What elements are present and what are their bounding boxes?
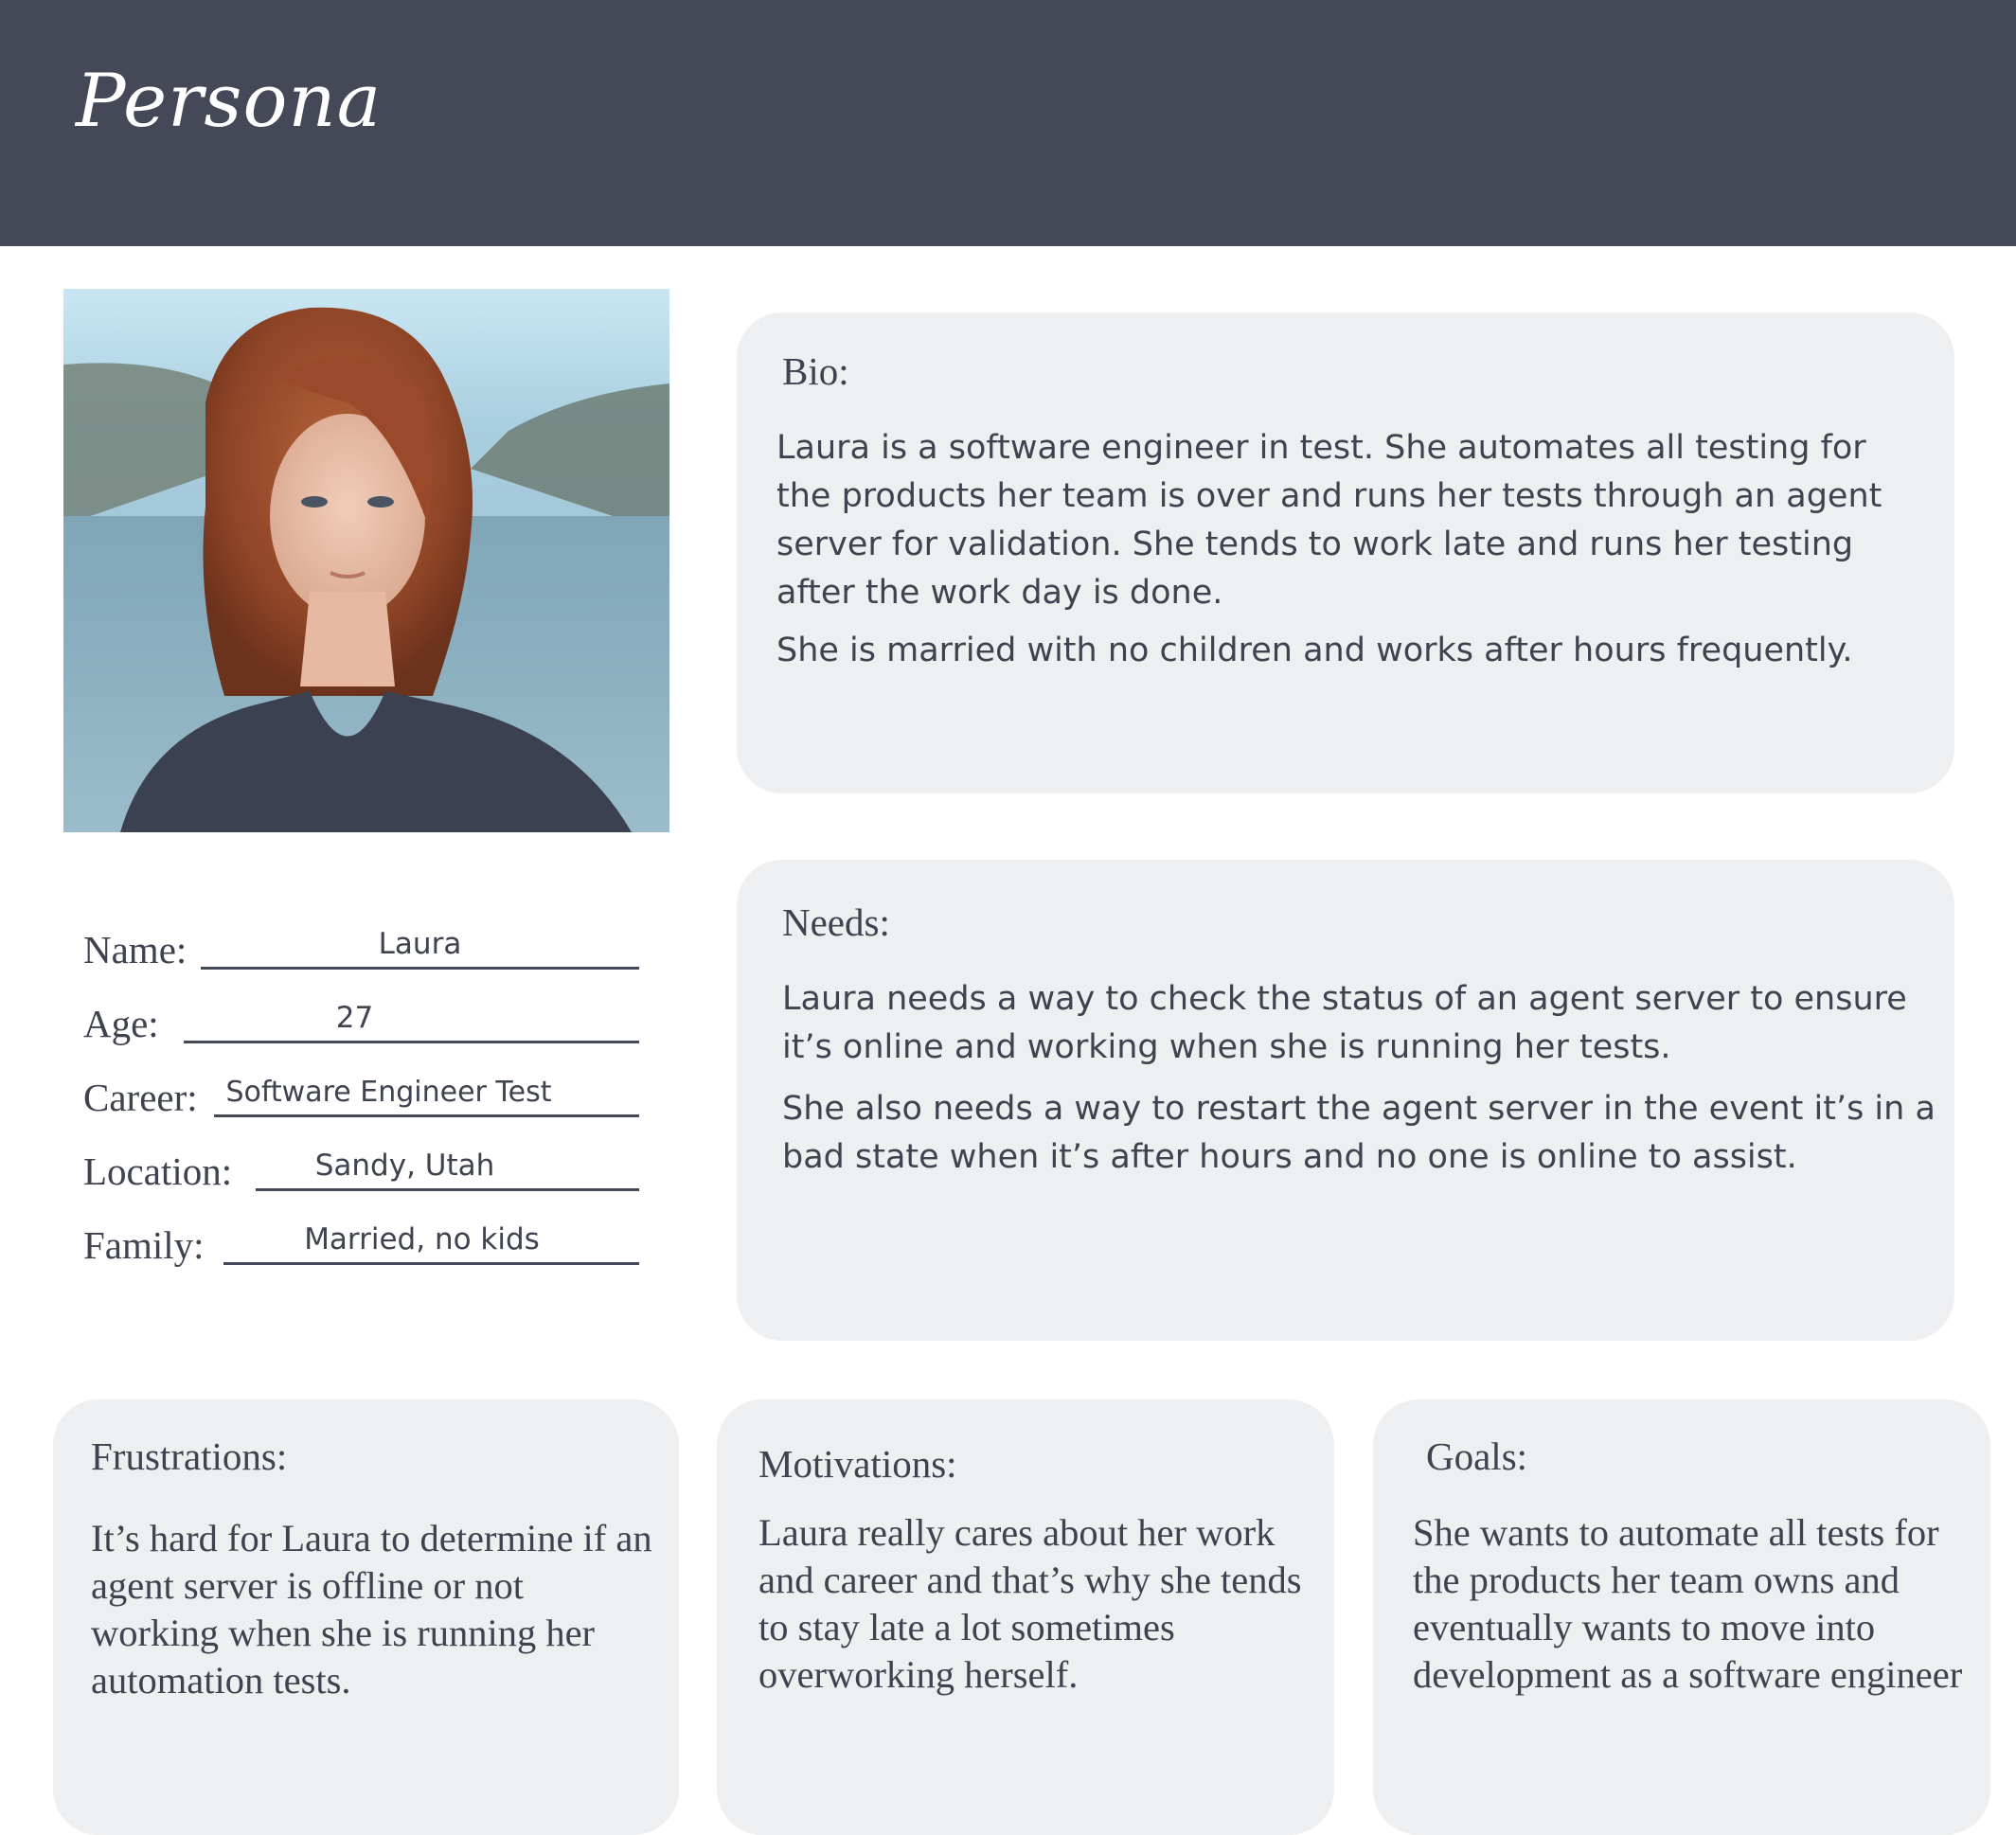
frustrations-title: Frustrations: [91, 1434, 288, 1478]
header-banner: Persona [0, 0, 2016, 246]
name-value: Laura [378, 927, 462, 961]
family-label: Family: [83, 1223, 205, 1267]
bio-title: Bio: [782, 349, 849, 393]
age-label: Age: [83, 1002, 159, 1045]
goals-card: Goals: She wants to automate all tests f… [1373, 1399, 1990, 1835]
name-label: Name: [83, 928, 187, 971]
detail-row-career: Career: Software Engineer Test [83, 1064, 639, 1117]
name-field: Laura [201, 921, 639, 970]
detail-row-name: Name: Laura [83, 917, 639, 970]
age-value: 27 [335, 1001, 374, 1035]
motivations-text: Laura really cares about her work and ca… [758, 1511, 1302, 1696]
detail-row-location: Location: Sandy, Utah [83, 1138, 639, 1191]
goals-text: She wants to automate all tests for the … [1413, 1511, 1963, 1696]
needs-title: Needs: [782, 900, 890, 944]
bio-paragraph-2: She is married with no children and work… [776, 632, 1853, 669]
location-label: Location: [83, 1149, 233, 1193]
motivations-card: Motivations: Laura really cares about he… [717, 1399, 1334, 1835]
needs-paragraph-2: She also needs a way to restart the agen… [782, 1090, 1936, 1176]
career-field: Software Engineer Test [214, 1069, 639, 1117]
bio-card: Bio: Laura is a software engineer in tes… [737, 312, 1954, 793]
detail-row-age: Age: 27 [83, 990, 639, 1043]
location-field: Sandy, Utah [256, 1143, 639, 1191]
motivations-title: Motivations: [758, 1442, 957, 1486]
career-value: Software Engineer Test [225, 1076, 552, 1109]
frustrations-text: It’s hard for Laura to determine if an a… [91, 1517, 652, 1701]
detail-row-family: Family: Married, no kids [83, 1212, 639, 1265]
portrait-image [63, 289, 669, 832]
needs-paragraph-1: Laura needs a way to check the status of… [782, 980, 1907, 1066]
age-field: 27 [184, 995, 639, 1043]
persona-photo [63, 289, 669, 832]
frustrations-card: Frustrations: It’s hard for Laura to det… [53, 1399, 679, 1835]
family-field: Married, no kids [223, 1217, 639, 1265]
page-title: Persona [76, 59, 383, 144]
career-label: Career: [83, 1076, 198, 1119]
location-value: Sandy, Utah [314, 1149, 495, 1183]
family-value: Married, no kids [304, 1222, 540, 1256]
bio-paragraph-1: Laura is a software engineer in test. Sh… [776, 429, 1882, 612]
goals-title: Goals: [1426, 1434, 1528, 1478]
needs-card: Needs: Laura needs a way to check the st… [737, 860, 1954, 1341]
